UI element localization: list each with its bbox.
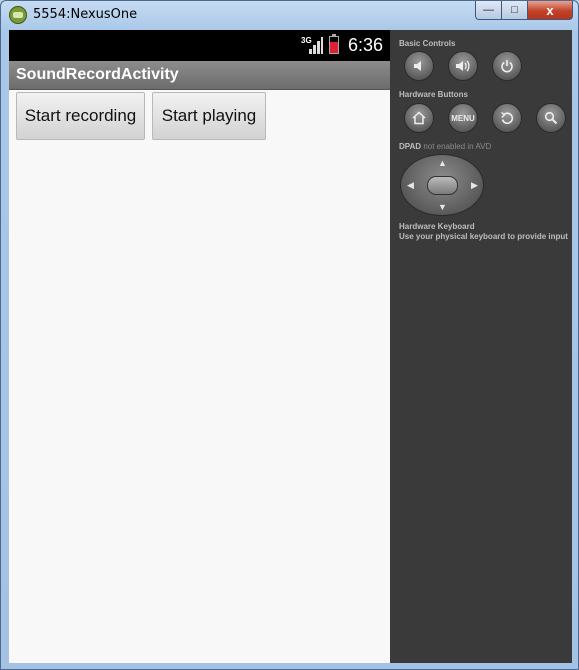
- dpad-title: DPAD: [399, 142, 422, 151]
- phone-screen[interactable]: 3G 6:36 SoundRecordActivity Start record…: [9, 30, 390, 663]
- dpad-up-icon[interactable]: ▲: [438, 159, 447, 168]
- emulator-window: 5554:NexusOne — □ x 3G 6:36 SoundRecordA…: [0, 0, 579, 670]
- dpad[interactable]: ▲ ▼ ◀ ▶: [400, 154, 484, 216]
- status-bar: 3G 6:36: [9, 30, 390, 61]
- keyboard-note: Use your physical keyboard to provide in…: [399, 232, 568, 241]
- battery-icon: [329, 34, 339, 54]
- signal-icon: [309, 37, 323, 54]
- volume-down-icon[interactable]: [404, 51, 434, 81]
- status-clock: 6:36: [348, 35, 384, 55]
- dpad-right-icon[interactable]: ▶: [471, 181, 478, 190]
- power-icon[interactable]: [492, 51, 522, 81]
- activity-title: SoundRecordActivity: [16, 66, 179, 83]
- menu-button[interactable]: MENU: [448, 103, 478, 133]
- hardware-buttons-label: Hardware Buttons: [399, 90, 468, 99]
- action-bar: SoundRecordActivity: [9, 61, 390, 90]
- dpad-label: DPAD not enabled in AVD: [399, 142, 491, 151]
- home-icon[interactable]: [404, 103, 434, 133]
- dpad-note: not enabled in AVD: [423, 142, 492, 151]
- dpad-left-icon[interactable]: ◀: [407, 181, 414, 190]
- minimize-button[interactable]: —: [475, 1, 502, 20]
- emulator-client: 3G 6:36 SoundRecordActivity Start record…: [9, 30, 572, 663]
- window-controls: — □ x: [475, 1, 573, 21]
- window-title: 5554:NexusOne: [33, 7, 138, 22]
- keyboard-label: Hardware Keyboard: [399, 222, 475, 231]
- start-recording-button[interactable]: Start recording: [16, 92, 145, 140]
- search-icon[interactable]: [536, 103, 566, 133]
- volume-up-icon[interactable]: [448, 51, 478, 81]
- window-titlebar[interactable]: 5554:NexusOne — □ x: [1, 1, 578, 30]
- emulator-app-icon: [9, 6, 27, 24]
- dpad-down-icon[interactable]: ▼: [438, 203, 447, 212]
- maximize-button[interactable]: □: [502, 1, 528, 20]
- controls-panel: Basic Controls Hardware Buttons MENU DPA…: [390, 30, 572, 663]
- start-playing-button[interactable]: Start playing: [152, 92, 266, 140]
- back-icon[interactable]: [492, 103, 522, 133]
- keyboard-info: Hardware Keyboard Use your physical keyb…: [399, 222, 568, 242]
- close-button[interactable]: x: [528, 1, 573, 20]
- dpad-center-button[interactable]: [427, 176, 458, 195]
- basic-controls-label: Basic Controls: [399, 39, 456, 48]
